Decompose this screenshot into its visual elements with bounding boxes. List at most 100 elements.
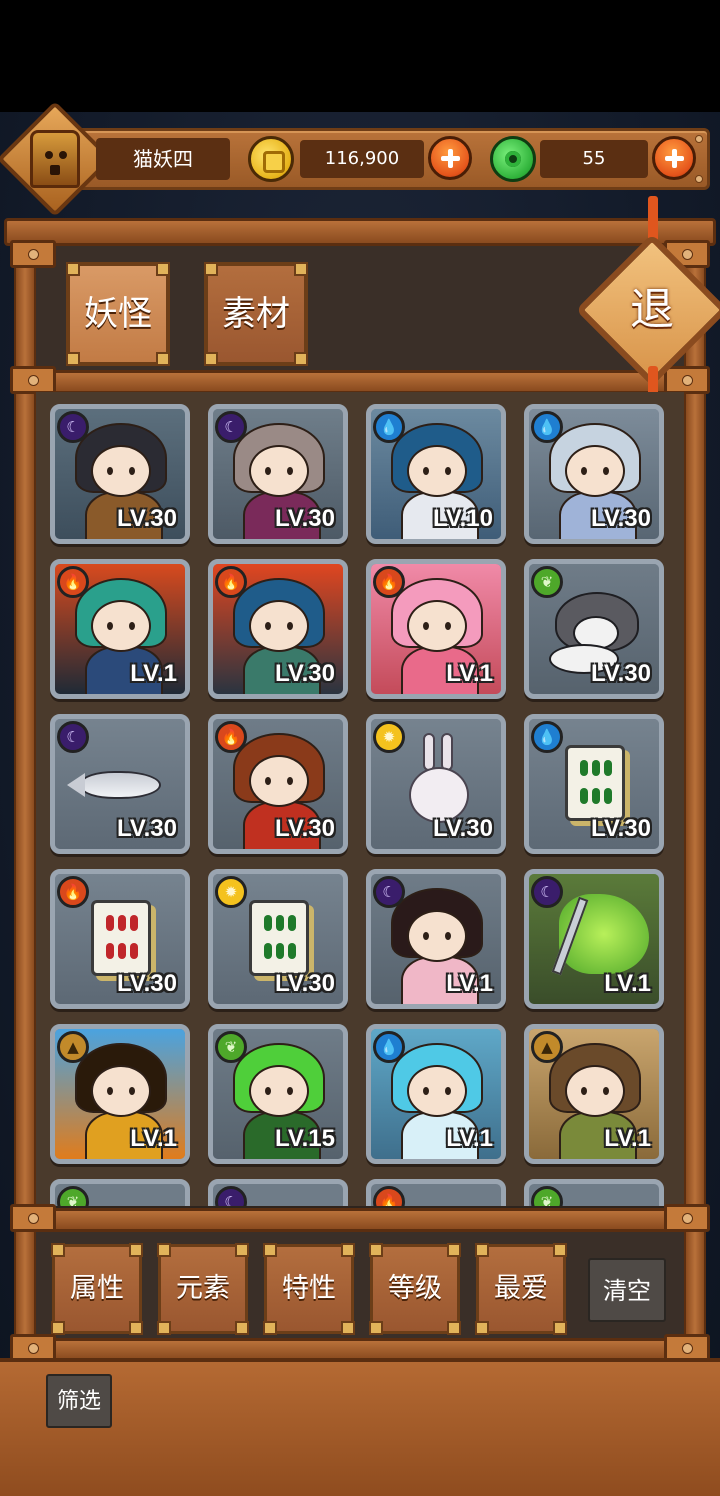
- monster-card[interactable]: ▲ LV.1: [524, 1024, 664, 1164]
- monster-level: LV.1: [446, 970, 493, 997]
- tab-monsters[interactable]: 妖怪: [66, 262, 170, 366]
- gold-coin-icon: [248, 136, 294, 182]
- monster-card-partial[interactable]: ❦: [524, 1179, 664, 1206]
- filter-attribute-button[interactable]: 属性: [51, 1243, 143, 1335]
- water-element-icon: 💧: [531, 411, 563, 443]
- monster-level: LV.1: [446, 1125, 493, 1152]
- filter-element-button[interactable]: 元素: [157, 1243, 249, 1335]
- rivet: [695, 135, 703, 143]
- monster-level: LV.10: [432, 505, 493, 532]
- monster-card[interactable]: 💧 LV.30: [524, 404, 664, 544]
- monster-grid: ☾ LV.30 ☾ LV.30 💧 LV.10 💧 LV.30 🔥 LV.1 🔥 LV.30 🔥 LV.1…: [36, 392, 684, 1206]
- monster-card[interactable]: 🔥 LV.1: [366, 559, 506, 699]
- wood-element-icon: ❦: [531, 1186, 563, 1206]
- monster-level: LV.30: [274, 660, 335, 687]
- monster-card[interactable]: ❦ LV.30: [524, 559, 664, 699]
- monster-card[interactable]: 💧 LV.1: [366, 1024, 506, 1164]
- monster-card[interactable]: 💧 LV.30: [524, 714, 664, 854]
- bracket: [664, 366, 710, 394]
- monster-card-partial[interactable]: ❦: [50, 1179, 190, 1206]
- game-screen: 猫妖四 116,900 55 妖怪 素材 退 ☾ LV.30 ☾ LV.30 💧 LV.1…: [0, 0, 720, 1496]
- monster-card[interactable]: ☾ LV.30: [50, 714, 190, 854]
- fire-element-icon: 🔥: [373, 1186, 405, 1206]
- monster-level: LV.30: [274, 970, 335, 997]
- monster-level: LV.30: [590, 660, 651, 687]
- bracket: [10, 240, 56, 268]
- monster-card[interactable]: ☾ LV.30: [50, 404, 190, 544]
- add-jade-button[interactable]: [652, 136, 696, 180]
- jade-gem-icon: [490, 136, 536, 182]
- monster-level: LV.30: [274, 815, 335, 842]
- bracket: [10, 1204, 56, 1232]
- exit-label: 退: [630, 284, 674, 335]
- monster-level: LV.1: [604, 970, 651, 997]
- monster-level: LV.30: [274, 505, 335, 532]
- fire-element-icon: 🔥: [57, 566, 89, 598]
- shelf-beam-bottom: [14, 1208, 706, 1232]
- player-avatar[interactable]: [30, 130, 80, 188]
- filter-trait-button[interactable]: 特性: [263, 1243, 355, 1335]
- monster-card[interactable]: ▲ LV.1: [50, 1024, 190, 1164]
- fire-element-icon: 🔥: [57, 876, 89, 908]
- player-name: 猫妖四: [133, 147, 193, 171]
- monster-card[interactable]: 🔥 LV.1: [50, 559, 190, 699]
- filter-trait-label: 特性: [282, 1273, 336, 1304]
- cabinet-right-post: [684, 240, 706, 1360]
- rivet: [695, 175, 703, 183]
- earth-element-icon: ▲: [57, 1031, 89, 1063]
- filter-level-label: 等级: [388, 1273, 442, 1304]
- filter-favorite-button[interactable]: 最爱: [475, 1243, 567, 1335]
- clear-filter-button[interactable]: 清空: [588, 1258, 666, 1322]
- bracket: [664, 1204, 710, 1232]
- wood-element-icon: ❦: [215, 1031, 247, 1063]
- monster-card[interactable]: 💧 LV.10: [366, 404, 506, 544]
- water-element-icon: 💧: [531, 721, 563, 753]
- monster-level: LV.15: [274, 1125, 335, 1152]
- monster-card[interactable]: ☾ LV.1: [524, 869, 664, 1009]
- monster-level: LV.1: [130, 660, 177, 687]
- wood-element-icon: ❦: [57, 1186, 89, 1206]
- fire-element-icon: 🔥: [215, 721, 247, 753]
- filter-level-button[interactable]: 等级: [369, 1243, 461, 1335]
- water-element-icon: 💧: [373, 1031, 405, 1063]
- water-element-icon: 💧: [373, 411, 405, 443]
- monster-card[interactable]: 🔥 LV.30: [208, 714, 348, 854]
- monster-card-partial[interactable]: ☾: [208, 1179, 348, 1206]
- jade-amount: 55: [582, 148, 606, 169]
- monster-level: LV.30: [116, 505, 177, 532]
- tab-materials-label: 素材: [222, 294, 290, 334]
- monster-card[interactable]: ☾ LV.1: [366, 869, 506, 1009]
- filter-attribute-label: 属性: [70, 1273, 124, 1304]
- gold-amount: 116,900: [324, 148, 400, 169]
- monster-card[interactable]: 🔥 LV.30: [50, 869, 190, 1009]
- filter-element-label: 元素: [176, 1273, 230, 1304]
- monster-card[interactable]: ✹ LV.30: [208, 869, 348, 1009]
- monster-card[interactable]: ☾ LV.30: [208, 404, 348, 544]
- monster-level: LV.1: [604, 1125, 651, 1152]
- tab-materials[interactable]: 素材: [204, 262, 308, 366]
- wood-element-icon: ❦: [531, 566, 563, 598]
- dark-element-icon: ☾: [215, 411, 247, 443]
- bracket: [10, 366, 56, 394]
- dark-element-icon: ☾: [215, 1186, 247, 1206]
- cabinet-left-post: [14, 240, 36, 1360]
- monster-level: LV.30: [116, 970, 177, 997]
- monster-card-partial[interactable]: 🔥: [366, 1179, 506, 1206]
- monster-card[interactable]: 🔥 LV.30: [208, 559, 348, 699]
- monster-level: LV.1: [130, 1125, 177, 1152]
- screen-filter-button[interactable]: 筛选: [46, 1374, 112, 1428]
- dark-element-icon: ☾: [373, 876, 405, 908]
- monster-card[interactable]: ✹ LV.30: [366, 714, 506, 854]
- monster-level: LV.1: [446, 660, 493, 687]
- monster-level: LV.30: [116, 815, 177, 842]
- add-gold-button[interactable]: [428, 136, 472, 180]
- monster-level: LV.30: [432, 815, 493, 842]
- fire-element-icon: 🔥: [215, 566, 247, 598]
- monster-level: LV.30: [590, 505, 651, 532]
- shelf-beam: [14, 370, 706, 394]
- dark-element-icon: ☾: [57, 721, 89, 753]
- light-element-icon: ✹: [373, 721, 405, 753]
- filter-favorite-label: 最爱: [494, 1273, 548, 1304]
- monster-level: LV.30: [590, 815, 651, 842]
- monster-card[interactable]: ❦ LV.15: [208, 1024, 348, 1164]
